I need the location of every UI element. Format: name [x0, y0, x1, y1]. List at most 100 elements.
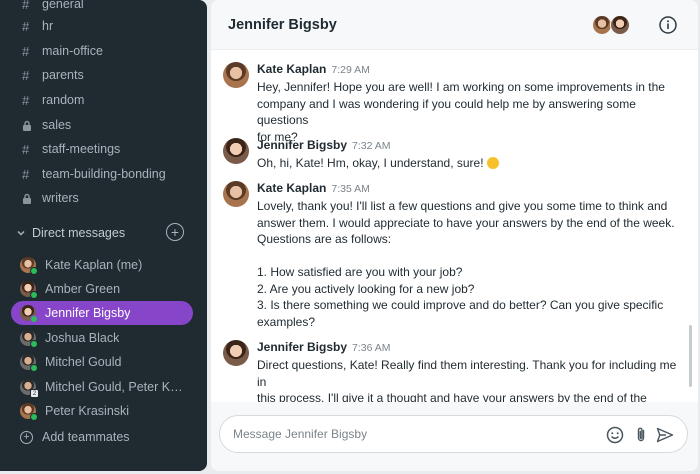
grimacing-emoji-icon [486, 157, 499, 169]
author-avatar[interactable] [223, 181, 249, 207]
participant-avatar[interactable] [610, 15, 630, 35]
info-icon[interactable] [658, 15, 678, 35]
lock-icon [22, 120, 36, 131]
dm-label: Amber Green [45, 282, 121, 296]
participant-avatar[interactable] [592, 15, 612, 35]
message-line: Lovely, thank you! I'll list a few quest… [257, 199, 668, 213]
author-avatar[interactable] [223, 340, 249, 366]
channel-label: staff-meetings [42, 142, 121, 156]
add-teammates-button[interactable]: + Add teammates [20, 426, 130, 448]
message-composer [219, 415, 688, 453]
dm-item-joshua-black[interactable]: Joshua Black [11, 326, 193, 350]
message-body: Oh, hi, Kate! Hm, okay, I understand, su… [257, 155, 677, 172]
message-line: Hey, Jennifer! Hope you are well! I am w… [257, 80, 665, 94]
sidebar: # general # hr # main-office # parents #… [0, 0, 207, 471]
message-line: answer them. I would appreciate to have … [257, 215, 675, 230]
channel-label: hr [42, 19, 54, 33]
channel-label: team-building-bonding [42, 167, 166, 181]
channel-sales[interactable]: sales [22, 114, 71, 136]
group-count-icon: 2 [30, 389, 39, 398]
send-icon[interactable] [655, 425, 675, 445]
channel-staff-meetings[interactable]: # staff-meetings [22, 138, 120, 160]
avatar [20, 330, 38, 348]
channel-label: writers [42, 191, 79, 205]
dm-label: Peter Krasinski [45, 404, 130, 418]
online-status-icon [30, 315, 38, 323]
composer-area [211, 402, 698, 471]
channel-main-office[interactable]: # main-office [22, 40, 103, 62]
online-status-icon [30, 291, 38, 299]
dm-label: Jennifer Bigsby [45, 306, 131, 320]
channel-team-building-bonding[interactable]: # team-building-bonding [22, 163, 166, 185]
dm-label: Joshua Black [45, 331, 120, 345]
add-teammates-label: Add teammates [42, 430, 130, 444]
channel-general[interactable]: # general [22, 0, 84, 15]
online-status-icon [30, 267, 38, 275]
avatar [20, 354, 38, 372]
message-time: 7:35 AM [331, 183, 370, 195]
message-line: Questions are as follows: [257, 232, 392, 246]
channel-label: general [42, 0, 84, 11]
message-line: company and I was wondering if you could… [257, 96, 636, 128]
message-time: 7:32 AM [352, 140, 391, 152]
message-line: Direct questions, Kate! Really find them… [257, 358, 677, 389]
online-status-icon [30, 413, 38, 421]
message-body: Lovely, thank you! I'll list a few quest… [257, 198, 677, 330]
lock-icon [22, 193, 36, 204]
hash-icon: # [22, 18, 30, 34]
group-avatar: 2 [20, 379, 39, 398]
hash-icon: # [22, 43, 30, 59]
channel-writers[interactable]: writers [22, 187, 79, 209]
hash-icon: # [22, 141, 30, 157]
dm-item-jennifer-bigsby[interactable]: Jennifer Bigsby [11, 301, 193, 325]
message-body: Hey, Jennifer! Hope you are well! I am w… [257, 79, 677, 145]
direct-messages-label: Direct messages [32, 226, 126, 240]
message-time: 7:36 AM [352, 342, 391, 354]
dm-item-peter-krasinski[interactable]: Peter Krasinski [11, 399, 193, 423]
message-line: 2. Are you actively looking for a new jo… [257, 281, 475, 296]
avatar [20, 305, 38, 323]
channel-label: main-office [42, 44, 103, 58]
message-line: Oh, hi, Kate! Hm, okay, I understand, su… [257, 155, 677, 172]
message-line [257, 248, 677, 265]
author-avatar[interactable] [223, 62, 249, 88]
chevron-down-icon[interactable] [16, 228, 30, 238]
dm-label: Mitchel Gould, Peter Kra… [45, 380, 185, 394]
avatar [20, 257, 38, 275]
plus-circle-icon: + [20, 430, 33, 444]
dm-item-mitchel-gould[interactable]: Mitchel Gould [11, 350, 193, 374]
author-name[interactable]: Jennifer Bigsby [257, 340, 347, 354]
dm-item-group[interactable]: 2 Mitchel Gould, Peter Kra… [11, 375, 193, 399]
author-name[interactable]: Kate Kaplan [257, 181, 326, 195]
dm-item-amber-green[interactable]: Amber Green [11, 277, 193, 301]
channel-label: random [42, 93, 85, 107]
plus-circle-icon[interactable]: + [166, 223, 184, 241]
message-line: examples? [257, 314, 316, 329]
channel-parents[interactable]: # parents [22, 64, 84, 86]
message-header: Kate Kaplan 7:35 AM [257, 181, 370, 195]
scrollbar-thumb[interactable] [689, 325, 692, 387]
online-status-icon [30, 364, 38, 372]
message-line: 1. How satisfied are you with your job? [257, 265, 463, 279]
author-avatar[interactable] [223, 138, 249, 164]
channel-random[interactable]: # random [22, 89, 84, 111]
message-header: Jennifer Bigsby 7:32 AM [257, 138, 391, 152]
hash-icon: # [22, 67, 30, 83]
dm-item-kate-kaplan[interactable]: Kate Kaplan (me) [11, 253, 193, 277]
emoji-icon[interactable] [605, 425, 625, 445]
avatar [20, 403, 38, 421]
hash-icon: # [22, 92, 30, 108]
message-text: Oh, hi, Kate! Hm, okay, I understand, su… [257, 156, 484, 170]
author-name[interactable]: Kate Kaplan [257, 62, 326, 76]
paperclip-icon[interactable] [631, 425, 651, 445]
message-header: Kate Kaplan 7:29 AM [257, 62, 370, 76]
message-input[interactable] [233, 416, 593, 452]
direct-messages-header[interactable]: Direct messages + [16, 222, 192, 244]
chat-panel: Jennifer Bigsby Kate Kaplan 7:29 AM Hey,… [211, 0, 698, 471]
hash-icon: # [22, 166, 30, 182]
channel-hr[interactable]: # hr [22, 15, 53, 37]
channel-label: sales [42, 118, 72, 132]
author-name[interactable]: Jennifer Bigsby [257, 138, 347, 152]
dm-label: Mitchel Gould [45, 355, 122, 369]
online-status-icon [30, 340, 38, 348]
